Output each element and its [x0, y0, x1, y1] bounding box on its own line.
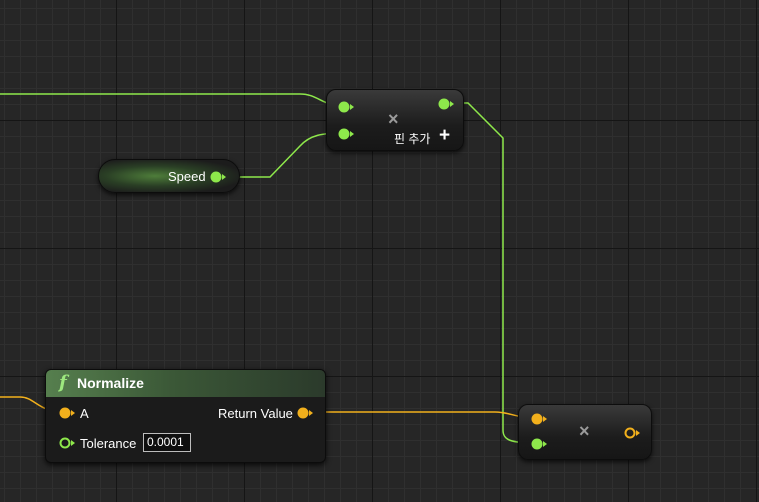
speed-output-pin[interactable] — [209, 170, 229, 184]
tolerance-input[interactable]: 0.0001 — [143, 433, 191, 452]
wire-normalize-to-multiply-a — [304, 411, 538, 419]
add-pin-button[interactable]: 핀 추가 + — [394, 125, 458, 147]
add-pin-label: 핀 추가 — [394, 132, 431, 146]
normalize-return-pin[interactable] — [296, 406, 316, 420]
multiply-output-pin[interactable] — [623, 426, 643, 440]
add-output-pin[interactable] — [437, 97, 457, 111]
return-value-label: Return Value — [218, 406, 293, 421]
multiply-icon: × — [388, 109, 399, 129]
add-node[interactable]: × 핀 추가 + — [326, 89, 464, 151]
speed-variable-node[interactable]: Speed — [98, 159, 240, 193]
wire-left-to-add-a — [0, 93, 345, 107]
tolerance-pin[interactable] — [58, 436, 78, 450]
tolerance-label: Tolerance — [80, 436, 137, 451]
function-icon: f — [59, 372, 67, 393]
normalize-title: Normalize — [77, 375, 144, 391]
normalize-header: f Normalize — [46, 370, 325, 397]
multiply-input-a-pin[interactable] — [530, 412, 550, 426]
add-input-b-pin[interactable] — [337, 127, 357, 141]
multiply-icon: × — [579, 421, 590, 441]
input-a-label: A — [80, 406, 89, 421]
multiply-input-b-pin[interactable] — [530, 437, 550, 451]
speed-label: Speed — [168, 169, 206, 184]
multiply-node[interactable]: × — [518, 404, 652, 460]
plus-icon: + — [439, 125, 451, 146]
add-input-a-pin[interactable] — [337, 100, 357, 114]
normalize-node[interactable]: f Normalize A Return Value Tolerance 0.0… — [45, 369, 326, 463]
wire-add-out-to-multiply-b — [443, 102, 538, 444]
normalize-input-a-pin[interactable] — [58, 406, 78, 420]
